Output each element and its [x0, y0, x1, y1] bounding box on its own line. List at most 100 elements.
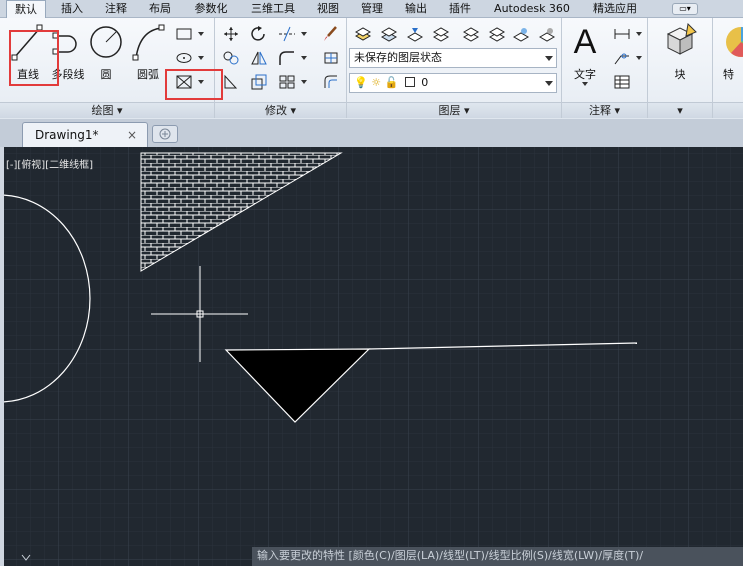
- copy-icon: [223, 51, 239, 65]
- ribbon-toggle-icon[interactable]: ▭▾: [672, 3, 698, 15]
- tab-layout[interactable]: 布局: [140, 0, 180, 18]
- layer-match-icon: [406, 28, 424, 42]
- annotation-panel-title-text: 注释: [588, 104, 611, 117]
- chevron-down-icon: [545, 81, 553, 86]
- new-tab-button[interactable]: [152, 125, 178, 143]
- menu-bar: 默认 插入 注释 布局 参数化 三维工具 视图 管理 输出 插件 Autodes…: [0, 0, 743, 18]
- block-button[interactable]: 块: [662, 22, 698, 92]
- layer-tool-3-button[interactable]: [403, 24, 425, 44]
- properties-label: 特: [723, 68, 734, 81]
- properties-button[interactable]: 特: [723, 22, 743, 92]
- viewport-label[interactable]: [-][俯视][二维线框]: [6, 156, 93, 171]
- offset-icon: [324, 75, 337, 88]
- bulb-icon: 💡: [354, 76, 368, 89]
- layer-tool-4-button[interactable]: [429, 24, 451, 44]
- tab-featured-apps[interactable]: 精选应用: [584, 0, 646, 18]
- document-tab-bar: Drawing1* ×: [0, 119, 743, 147]
- layer-tool-5-button[interactable]: [459, 24, 481, 44]
- layer-freeze-icon: [512, 28, 530, 42]
- fillet-button[interactable]: [275, 48, 297, 68]
- trim-icon: [279, 26, 295, 42]
- annotation-panel-title[interactable]: 注释 ▾: [562, 102, 647, 118]
- chevron-down-icon: [545, 56, 553, 61]
- layer-tool-7-button[interactable]: [509, 24, 531, 44]
- layer-properties-icon: [354, 27, 372, 41]
- command-line[interactable]: 输入要更改的特性 [颜色(C)/图层(LA)/线型(LT)/线型比例(S)/线宽…: [252, 547, 743, 566]
- drawing-svg: [4, 147, 743, 566]
- rotate-button[interactable]: [247, 24, 269, 44]
- tab-annotate[interactable]: 注释: [96, 0, 136, 18]
- array-icon: [279, 75, 295, 89]
- layers-panel-title[interactable]: 图层 ▾: [347, 102, 561, 118]
- arc-button[interactable]: 圆弧: [130, 22, 166, 82]
- ellipse-dropdown[interactable]: [196, 48, 205, 68]
- trim-dropdown[interactable]: [299, 24, 308, 44]
- tab-manage[interactable]: 管理: [352, 0, 392, 18]
- layer-isolate-icon: [462, 27, 480, 42]
- mirror-button[interactable]: [247, 48, 269, 68]
- tab-output[interactable]: 输出: [396, 0, 436, 18]
- draw-panel-title[interactable]: 绘图 ▾: [0, 102, 214, 118]
- array-button[interactable]: [275, 72, 297, 92]
- layer-combo[interactable]: 💡 ☼ 🔓 0: [349, 73, 557, 93]
- rectangle-dropdown[interactable]: [196, 24, 205, 44]
- close-icon[interactable]: ×: [127, 128, 137, 142]
- explode-button[interactable]: [319, 48, 341, 68]
- tab-parametric[interactable]: 参数化: [186, 0, 236, 18]
- properties-panel-title[interactable]: [713, 102, 743, 118]
- dimension-dropdown[interactable]: [634, 24, 643, 44]
- block-panel-title[interactable]: ▾: [648, 102, 712, 118]
- drawing-canvas[interactable]: [-][俯视][二维线框]: [4, 147, 743, 566]
- tab-3d-tools[interactable]: 三维工具: [242, 0, 304, 18]
- layer-tool-2-button[interactable]: [377, 24, 399, 44]
- hatch-highlight-box: [165, 69, 223, 100]
- layer-tool-8-button[interactable]: [535, 24, 557, 44]
- dimension-button[interactable]: [610, 24, 632, 44]
- current-layer-value: 0: [421, 76, 429, 89]
- ellipse-button[interactable]: [172, 48, 194, 68]
- layer-state-combo[interactable]: 未保存的图层状态: [349, 48, 557, 68]
- text-icon: A: [573, 23, 597, 61]
- chevron-down-icon: [582, 82, 588, 86]
- leader-dropdown[interactable]: [634, 48, 643, 68]
- move-icon: [224, 27, 238, 41]
- sun-icon: ☼: [371, 76, 382, 89]
- scale-button[interactable]: [247, 72, 269, 92]
- tab-default[interactable]: 默认: [6, 0, 46, 18]
- leader-button[interactable]: [610, 48, 632, 68]
- offset-button[interactable]: [319, 72, 341, 92]
- brush-icon: [324, 26, 337, 41]
- lock-icon: 🔓: [384, 76, 399, 89]
- tab-plugins[interactable]: 插件: [440, 0, 480, 18]
- erase-button[interactable]: [319, 24, 341, 44]
- fillet-dropdown[interactable]: [299, 48, 308, 68]
- table-button[interactable]: [610, 72, 632, 92]
- text-button[interactable]: A 文字: [568, 22, 602, 92]
- rectangle-icon: [176, 28, 192, 40]
- leader-icon: [614, 53, 629, 65]
- layers-panel: 未保存的图层状态 💡 ☼ 🔓 0 图层 ▾: [347, 18, 562, 118]
- array-dropdown[interactable]: [299, 72, 308, 92]
- layer-stack-icon: [380, 27, 398, 42]
- layer-tool-6-button[interactable]: [485, 24, 507, 44]
- trim-button[interactable]: [275, 24, 297, 44]
- move-button[interactable]: [219, 24, 241, 44]
- layer-off-icon: [538, 28, 556, 42]
- tab-autodesk-360[interactable]: Autodesk 360: [486, 0, 578, 18]
- rotate-icon: [251, 26, 265, 41]
- color-wheel-icon: [726, 27, 743, 57]
- modify-panel-title[interactable]: 修改 ▾: [215, 102, 346, 118]
- document-tab[interactable]: Drawing1* ×: [22, 122, 148, 147]
- properties-panel: 特: [713, 18, 743, 118]
- tab-insert[interactable]: 插入: [52, 0, 92, 18]
- ellipse-icon: [176, 53, 192, 63]
- circle-button[interactable]: 圆: [88, 22, 124, 82]
- rectangle-button[interactable]: [172, 24, 194, 44]
- arc-label: 圆弧: [137, 68, 159, 81]
- layer-properties-button[interactable]: [351, 24, 373, 44]
- tab-view[interactable]: 视图: [308, 0, 348, 18]
- annotation-panel: A 文字 注释 ▾: [562, 18, 648, 118]
- copy-button[interactable]: [219, 48, 241, 68]
- dimension-icon: [614, 29, 630, 39]
- draw-panel-title-text: 绘图: [91, 104, 114, 117]
